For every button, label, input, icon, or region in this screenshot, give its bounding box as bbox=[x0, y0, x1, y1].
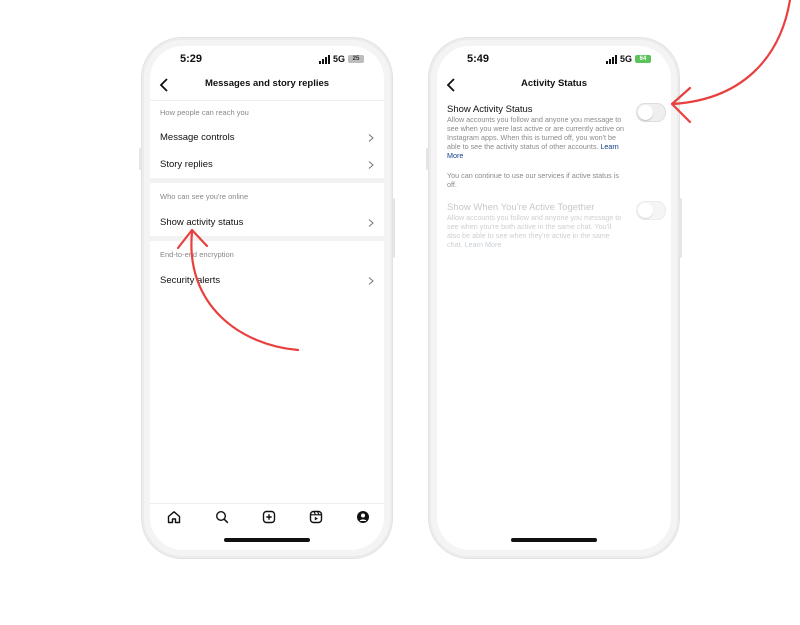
network-label: 5G bbox=[332, 54, 345, 64]
description-text: Allow accounts you follow and anyone you… bbox=[447, 115, 624, 151]
signal-icon bbox=[318, 54, 330, 64]
section-heading: Who can see you're online bbox=[160, 192, 249, 201]
right-screen: 5:49 5G 64 Activity Status Show Activity… bbox=[437, 46, 671, 550]
left-screen: 5:29 5G 25 Messages and story replies Ho… bbox=[150, 46, 384, 550]
message-controls-row[interactable]: Message controls bbox=[150, 128, 384, 148]
right-annotation-arrow bbox=[670, 0, 792, 106]
active-together-description: Allow accounts you follow and anyone you… bbox=[447, 213, 625, 249]
right-phone: 5:49 5G 64 Activity Status Show Activity… bbox=[426, 38, 682, 558]
show-activity-status-row[interactable]: Show activity status bbox=[150, 213, 384, 233]
row-label: Story replies bbox=[160, 159, 213, 170]
bottom-tab-bar bbox=[150, 503, 384, 528]
battery-icon: 64 bbox=[635, 55, 651, 63]
row-label: Security alerts bbox=[160, 275, 221, 286]
chevron-right-icon bbox=[368, 134, 374, 142]
active-together-toggle[interactable] bbox=[636, 201, 666, 220]
chevron-right-icon bbox=[368, 219, 374, 227]
activity-status-toggle[interactable] bbox=[636, 103, 666, 122]
home-icon[interactable] bbox=[167, 510, 181, 524]
section-divider bbox=[150, 236, 384, 241]
battery-icon: 25 bbox=[348, 55, 364, 63]
search-icon[interactable] bbox=[215, 510, 229, 524]
section-heading: End-to-end encryption bbox=[160, 250, 234, 259]
network-label: 5G bbox=[619, 54, 632, 64]
status-bar: 5:29 5G 25 bbox=[150, 52, 384, 68]
status-bar: 5:49 5G 64 bbox=[437, 52, 671, 68]
learn-more-link[interactable]: Learn More bbox=[465, 240, 502, 249]
header: Messages and story replies bbox=[150, 70, 384, 101]
page-title: Activity Status bbox=[521, 78, 587, 89]
signal-icon bbox=[605, 54, 617, 64]
toggle-knob bbox=[638, 203, 653, 218]
activity-status-description: Allow accounts you follow and anyone you… bbox=[447, 115, 625, 160]
row-label: Message controls bbox=[160, 132, 235, 143]
annotation-arrows bbox=[176, 0, 792, 352]
section-heading: How people can reach you bbox=[160, 108, 249, 117]
header: Activity Status bbox=[437, 70, 671, 100]
left-phone: 5:29 5G 25 Messages and story replies Ho… bbox=[139, 38, 395, 558]
security-alerts-row[interactable]: Security alerts bbox=[150, 271, 384, 291]
row-label: Show activity status bbox=[160, 217, 244, 228]
create-icon[interactable] bbox=[262, 510, 276, 524]
story-replies-row[interactable]: Story replies bbox=[150, 155, 384, 175]
active-together-label: Show When You're Active Together bbox=[447, 202, 595, 213]
home-indicator bbox=[511, 538, 597, 542]
chevron-right-icon bbox=[368, 161, 374, 169]
profile-icon[interactable] bbox=[356, 510, 370, 524]
chevron-right-icon bbox=[368, 277, 374, 285]
status-time: 5:49 bbox=[467, 53, 490, 65]
home-indicator bbox=[224, 538, 310, 542]
toggle-knob bbox=[638, 105, 653, 120]
activity-status-note: You can continue to use our services if … bbox=[447, 171, 619, 189]
status-time: 5:29 bbox=[180, 53, 203, 65]
reels-icon[interactable] bbox=[309, 510, 323, 524]
section-divider bbox=[150, 178, 384, 183]
show-activity-status-label: Show Activity Status bbox=[447, 104, 533, 115]
page-title: Messages and story replies bbox=[204, 78, 330, 89]
